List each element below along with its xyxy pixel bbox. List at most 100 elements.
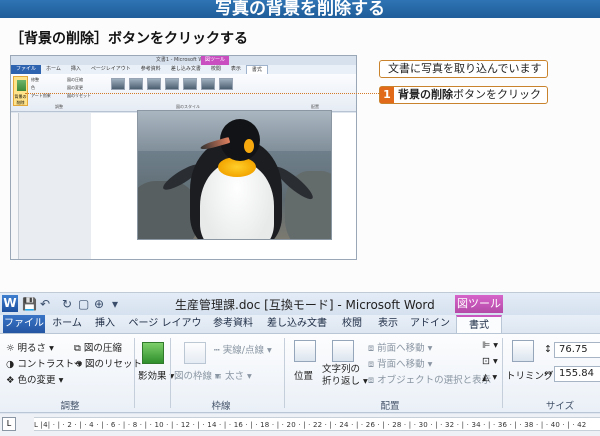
quick-access-extra-icon[interactable]: ⊕ (94, 296, 104, 312)
customize-qat-icon[interactable]: ▾ (112, 296, 118, 312)
mini-corrections[interactable]: 修整 (31, 77, 39, 83)
shadow-effects-icon[interactable] (142, 342, 164, 364)
group-arrange-label: 配置 (380, 401, 400, 412)
position-button[interactable]: 位置 (294, 368, 313, 382)
step-number-badge: 1 (380, 87, 394, 103)
penguin-photo[interactable] (137, 110, 332, 240)
send-backward-label: 背面へ移動 (377, 359, 425, 370)
step-bold-text: 背景の削除 (398, 88, 453, 101)
mini-style-thumb-7[interactable] (219, 78, 233, 90)
mini-tab-insert[interactable]: 挿入 (66, 65, 86, 74)
horizontal-ruler: L L |4| · | · 2 · | · 4 · | · 6 · | · 8 … (0, 414, 600, 436)
width-icon: ↔ (544, 368, 552, 379)
tab-review[interactable]: 校閲 (336, 315, 368, 333)
ribbon: ☼ 明るさ ▾ ◑ コントラスト ▾ ❖ 色の変更 ▾ ⧉ 図の圧縮 ⟲ 図のリ… (0, 333, 600, 413)
crop-icon[interactable] (512, 340, 534, 362)
save-icon[interactable]: 💾 (22, 296, 37, 312)
tab-selector-icon[interactable]: L (2, 417, 16, 431)
weight-label: 太さ (224, 371, 244, 382)
picture-border-icon (184, 342, 206, 364)
tab-mailings[interactable]: 差し込み文書 (262, 315, 332, 333)
mini-tab-bar: ファイル ホーム 挿入 ページレイアウト 参考資料 差し込み文書 校閲 表示 書… (11, 65, 356, 74)
selection-label: オブジェクトの選択と表示 (377, 375, 492, 386)
mini-style-thumb-3[interactable] (147, 78, 161, 90)
mini-remove-background-button[interactable]: 背景の削除 (13, 76, 28, 106)
mini-style-thumb-1[interactable] (111, 78, 125, 90)
group-objects-icon[interactable]: ⊡ ▾ (482, 356, 498, 367)
compress-label: 図の圧縮 (83, 343, 122, 354)
mini-title-bar: 文書1 - Microsoft Word 図ツール (11, 56, 356, 65)
mini-style-thumb-6[interactable] (201, 78, 215, 90)
mini-style-thumb-5[interactable] (183, 78, 197, 90)
mini-tab-home[interactable]: ホーム (41, 65, 66, 74)
contrast-button[interactable]: ◑ コントラスト ▾ (6, 356, 82, 370)
group-separator (502, 338, 503, 408)
word-logo-icon[interactable]: W (2, 295, 18, 312)
height-icon: ↕ (544, 344, 552, 355)
window-title: 生産管理課.doc [互換モード] - Microsoft Word (175, 298, 435, 312)
group-border-label: 枠線 (211, 401, 231, 412)
weight-button: ≡ 太さ ▾ (214, 371, 252, 382)
tab-references[interactable]: 参考資料 (208, 315, 258, 333)
mini-style-thumb-4[interactable] (165, 78, 179, 90)
width-input[interactable]: 155.84 mm (554, 366, 600, 382)
redo-icon[interactable]: ↻ (62, 296, 72, 312)
selection-pane-button: ⧈ オブジェクトの選択と表示 (368, 375, 492, 386)
mini-tab-layout[interactable]: ページレイアウト (86, 65, 136, 74)
tab-home[interactable]: ホーム (48, 315, 86, 333)
picture-border-button: 図の枠線 ▾ (174, 371, 220, 382)
mini-compress[interactable]: 図の圧縮 (67, 77, 83, 83)
mini-tab-view[interactable]: 表示 (226, 65, 246, 74)
tab-view[interactable]: 表示 (372, 315, 404, 333)
page: 写真の背景を削除する ［背景の削除］ボタンをクリックする 文書1 - Micro… (0, 0, 600, 436)
contrast-label: コントラスト (17, 359, 75, 370)
align-icon[interactable]: ⊫ ▾ (482, 340, 498, 351)
undo-icon[interactable]: ↶ (40, 296, 50, 312)
reset-picture-button[interactable]: ⟲ 図のリセット (74, 356, 142, 370)
position-icon[interactable] (294, 340, 316, 362)
mini-tab-format[interactable]: 書式 (245, 65, 268, 74)
callout-step: 1 背景の削除ボタンをクリック (379, 86, 548, 104)
mini-change[interactable]: 図の変更 (67, 85, 83, 91)
mini-group-adjust: 調整 (55, 104, 63, 109)
group-separator (284, 338, 285, 408)
mini-color[interactable]: 色 (31, 85, 35, 91)
recolor-button[interactable]: ❖ 色の変更 ▾ (6, 372, 63, 386)
tab-format[interactable]: 書式 (456, 315, 502, 333)
send-backward-button: ⧈ 背面へ移動 ▾ (368, 359, 433, 370)
section-heading: ［背景の削除］ボタンをクリックする (10, 31, 248, 47)
mini-style-thumb-2[interactable] (129, 78, 143, 90)
wrap-text-icon[interactable] (332, 340, 354, 362)
mini-vertical-ruler (11, 113, 19, 259)
view-toggle-icon[interactable]: ▢ (78, 296, 89, 312)
step-text: ボタンをクリック (453, 88, 541, 101)
mini-context-tab[interactable]: 図ツール (201, 56, 230, 65)
compress-pictures-button[interactable]: ⧉ 図の圧縮 (74, 340, 122, 354)
height-input[interactable]: 76.75 mm (554, 342, 600, 358)
ruler-scale[interactable]: L |4| · | · 2 · | · 4 · | · 6 · | · 8 · … (34, 417, 600, 431)
brightness-button[interactable]: ☼ 明るさ ▾ (6, 340, 54, 354)
picture-border-label: 図の枠線 (174, 371, 213, 382)
tab-addins[interactable]: アドイン (408, 315, 452, 333)
recolor-label: 色の変更 (17, 375, 56, 386)
brightness-label: 明るさ (17, 343, 47, 354)
shadow-effects-button[interactable]: 影効果 ▾ (138, 368, 174, 382)
wrap-text-button[interactable]: 文字列の 折り返し ▾ (322, 364, 368, 388)
group-separator (134, 338, 135, 408)
top-banner: 写真の背景を削除する (0, 0, 600, 19)
ribbon-tab-bar: ファイル ホーム 挿入 ページ レイアウト 参考資料 差し込み文書 校閲 表示 … (0, 315, 600, 347)
shadow-label: 影効果 (138, 371, 167, 382)
mini-tab-mailings[interactable]: 差し込み文書 (166, 65, 206, 74)
tab-page-layout[interactable]: ページ レイアウト (124, 315, 206, 347)
mini-tab-file[interactable]: ファイル (11, 65, 42, 74)
banner-title: 写真の背景を削除する (215, 0, 385, 19)
tab-insert[interactable]: 挿入 (88, 315, 122, 333)
mini-tab-references[interactable]: 参考資料 (136, 65, 166, 74)
tab-file[interactable]: ファイル (3, 315, 45, 333)
dash-label: 実線/点線 (222, 345, 264, 356)
mini-tab-review[interactable]: 校閲 (206, 65, 226, 74)
picture-tools-context-tab[interactable]: 図ツール (455, 295, 503, 313)
rotate-icon[interactable]: ◭ ▾ (482, 372, 497, 383)
remove-background-icon (17, 80, 26, 91)
wrap-label: 文字列の 折り返し (322, 364, 361, 387)
